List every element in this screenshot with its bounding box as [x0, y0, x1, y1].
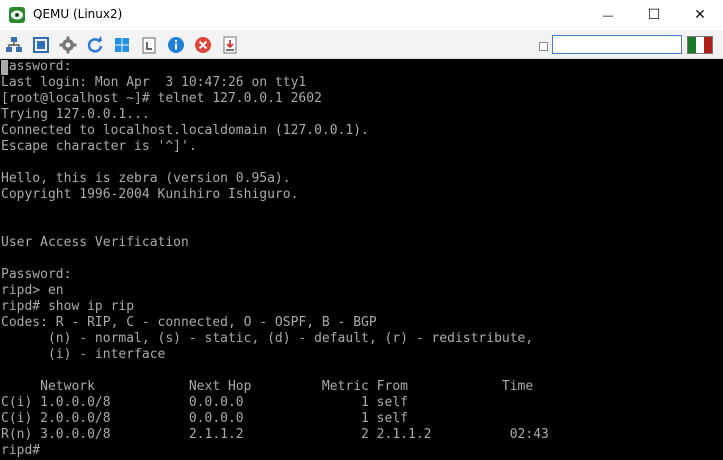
- toolbar: [0, 31, 723, 59]
- terminal-line: (n) - normal, (s) - static, (d) - defaul…: [1, 331, 534, 346]
- network-button[interactable]: [5, 36, 23, 54]
- window-title: QEMU (Linux2): [33, 7, 123, 21]
- clipboard-button[interactable]: [140, 36, 158, 54]
- minimize-button[interactable]: —: [585, 0, 631, 30]
- terminal-line: User Access Verification: [1, 235, 189, 250]
- terminal-line: R(n) 3.0.0.0/8 2.1.1.2 2 2.1.1.2 02:43: [1, 427, 549, 442]
- terminal-line: Last login: Mon Apr 3 10:47:26 on tty1: [1, 75, 307, 90]
- close-button[interactable]: ✕: [677, 0, 723, 30]
- terminal-line: ripd#: [1, 443, 41, 458]
- refresh-icon: [87, 36, 103, 53]
- stop-icon: [195, 37, 211, 53]
- small-checkbox[interactable]: [539, 42, 548, 51]
- qemu-app-icon: [9, 7, 25, 23]
- terminal-line: Hello, this is zebra (version 0.95a).: [1, 171, 291, 186]
- maximize-icon: ☐: [647, 7, 661, 23]
- flag-green-stripe: [688, 37, 696, 53]
- settings-button[interactable]: [59, 36, 77, 54]
- info-button[interactable]: [167, 36, 185, 54]
- close-icon: ✕: [694, 7, 706, 23]
- network-icon: [6, 37, 22, 52]
- fullscreen-icon: [33, 37, 49, 53]
- title-bar: QEMU (Linux2) — ☐ ✕: [0, 0, 723, 31]
- terminal-line: Password:: [1, 267, 72, 282]
- terminal-line: (i) - interface: [1, 347, 166, 362]
- fullscreen-button[interactable]: [32, 36, 50, 54]
- terminal-line: Trying 127.0.0.1...: [1, 107, 150, 122]
- search-input[interactable]: [552, 35, 682, 54]
- info-icon: [168, 37, 184, 53]
- refresh-button[interactable]: [86, 36, 104, 54]
- clipboard-icon: [142, 37, 156, 54]
- terminal-line: Password:: [1, 59, 72, 74]
- terminal-line: Escape character is '^]'.: [1, 139, 197, 154]
- save-icon: [223, 36, 237, 54]
- minimize-icon: —: [602, 8, 614, 22]
- terminal-line: Codes: R - RIP, C - connected, O - OSPF,…: [1, 315, 377, 330]
- terminal-line: [root@localhost ~]# telnet 127.0.0.1 260…: [1, 91, 322, 106]
- gear-icon: [59, 36, 77, 54]
- save-button[interactable]: [221, 36, 239, 54]
- maximize-button[interactable]: ☐: [631, 0, 677, 30]
- flag-button[interactable]: [687, 36, 713, 54]
- windows-icon: [115, 38, 129, 52]
- flag-white-stripe: [696, 37, 704, 53]
- flag-red-stripe: [704, 37, 712, 53]
- terminal-screen[interactable]: Password: Last login: Mon Apr 3 10:47:26 …: [0, 59, 723, 460]
- terminal-line: C(i) 1.0.0.0/8 0.0.0.0 1 self: [1, 395, 408, 410]
- terminal-line: Copyright 1996-2004 Kunihiro Ishiguro.: [1, 187, 299, 202]
- windows-button[interactable]: [113, 36, 131, 54]
- terminal-line: Connected to localhost.localdomain (127.…: [1, 123, 369, 138]
- terminal-line: C(i) 2.0.0.0/8 0.0.0.0 1 self: [1, 411, 408, 426]
- terminal-line: ripd# show ip rip: [1, 299, 135, 314]
- stop-button[interactable]: [194, 36, 212, 54]
- terminal-line: ripd> en: [1, 283, 64, 298]
- terminal-line: Network Next Hop Metric From Time: [1, 379, 534, 394]
